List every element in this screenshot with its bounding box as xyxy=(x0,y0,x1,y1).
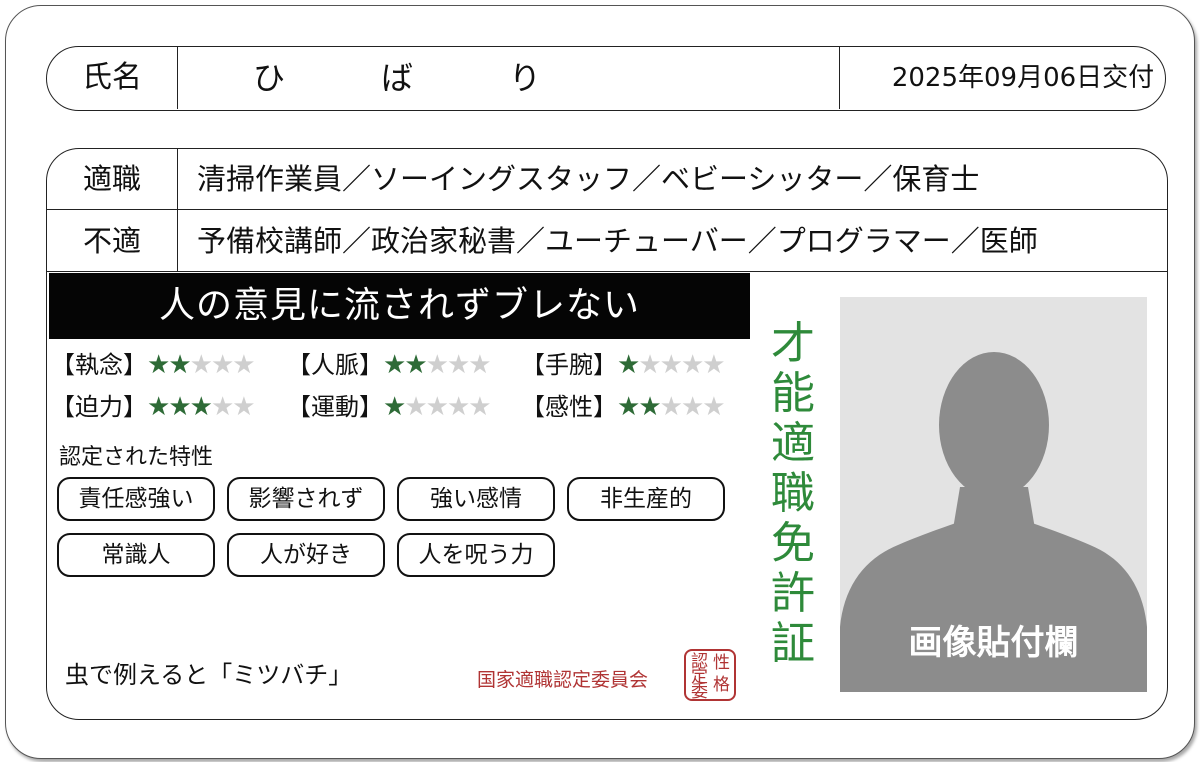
stat-item: 【執念】★★★★★ xyxy=(51,347,256,383)
star-empty-icon: ★ xyxy=(468,350,491,380)
insect-comparison: 虫で例えると「ミツバチ」 xyxy=(65,661,353,689)
star-filled-icon: ★ xyxy=(168,350,191,380)
unsuitable-label: 不適 xyxy=(82,224,141,258)
stat-label: 【感性】 xyxy=(521,393,617,421)
star-rating: ★★★★★ xyxy=(147,392,256,422)
divider xyxy=(177,149,178,271)
star-rating: ★★★★★ xyxy=(617,392,726,422)
star-empty-icon: ★ xyxy=(210,350,234,380)
star-empty-icon: ★ xyxy=(425,392,449,422)
trait-badge: 影響されず xyxy=(227,477,385,521)
license-title: 才能適職免許証 xyxy=(771,318,815,669)
trait-badge: 人を呪う力 xyxy=(397,533,555,577)
star-filled-icon: ★ xyxy=(638,392,661,422)
star-empty-icon: ★ xyxy=(189,350,213,380)
seal-stamp: 性 認 定 格 委 xyxy=(684,649,736,701)
star-empty-icon: ★ xyxy=(446,350,470,380)
star-empty-icon: ★ xyxy=(404,392,427,422)
stat-label: 【人脈】 xyxy=(287,351,383,379)
star-empty-icon: ★ xyxy=(638,350,661,380)
photo-label: 画像貼付欄 xyxy=(908,623,1079,663)
star-filled-icon: ★ xyxy=(189,392,213,422)
issue-date: 2025年09月06日交付 xyxy=(891,63,1155,93)
star-rating: ★★★★★ xyxy=(147,350,256,380)
suitable-label: 適職 xyxy=(82,162,141,196)
committee-name: 国家適職認定委員会 xyxy=(477,669,649,691)
stat-item: 【手腕】★★★★★ xyxy=(521,347,726,383)
star-filled-icon: ★ xyxy=(168,392,191,422)
stat-label: 【手腕】 xyxy=(521,351,617,379)
stat-label: 【運動】 xyxy=(287,393,383,421)
stat-label: 【執念】 xyxy=(51,351,147,379)
star-filled-icon: ★ xyxy=(617,392,640,422)
stat-label: 【迫力】 xyxy=(51,393,147,421)
unsuitable-jobs: 予備校講師／政治家秘書／ユーチューバー／プログラマー／医師 xyxy=(197,224,1038,258)
star-empty-icon: ★ xyxy=(425,350,449,380)
star-filled-icon: ★ xyxy=(147,350,170,380)
divider xyxy=(47,271,1167,272)
star-rating: ★★★★★ xyxy=(383,392,492,422)
star-filled-icon: ★ xyxy=(383,392,406,422)
star-empty-icon: ★ xyxy=(232,392,255,422)
star-filled-icon: ★ xyxy=(383,350,406,380)
trait-badge: 非生産的 xyxy=(567,477,725,521)
star-empty-icon: ★ xyxy=(446,392,470,422)
stat-item: 【迫力】★★★★★ xyxy=(51,389,256,425)
star-empty-icon: ★ xyxy=(468,392,491,422)
name-row: 氏名 ひ ば り 2025年09月06日交付 xyxy=(46,46,1166,111)
photo-slot: 画像貼付欄 xyxy=(840,297,1147,692)
star-filled-icon: ★ xyxy=(147,392,170,422)
seal-char: 格 xyxy=(713,675,730,695)
star-filled-icon: ★ xyxy=(404,350,427,380)
divider xyxy=(177,47,178,109)
name-value: ひ ば り xyxy=(253,59,542,97)
name-label: 氏名 xyxy=(82,60,142,95)
stat-item: 【人脈】★★★★★ xyxy=(287,347,492,383)
seal-char: 委 xyxy=(691,682,708,702)
stat-item: 【運動】★★★★★ xyxy=(287,389,492,425)
suitable-jobs: 清掃作業員／ソーイングスタッフ／ベビーシッター／保育士 xyxy=(197,162,980,196)
star-rating: ★★★★★ xyxy=(617,350,726,380)
main-panel: 適職 清掃作業員／ソーイングスタッフ／ベビーシッター／保育士 不適 予備校講師／… xyxy=(46,148,1168,720)
divider xyxy=(47,209,1167,210)
star-empty-icon: ★ xyxy=(702,350,725,380)
trait-badge: 強い感情 xyxy=(397,477,555,521)
trait-badge: 人が好き xyxy=(227,533,385,577)
star-rating: ★★★★★ xyxy=(383,350,492,380)
star-empty-icon: ★ xyxy=(680,350,704,380)
seal-char: 性 xyxy=(713,653,730,673)
star-empty-icon: ★ xyxy=(659,350,683,380)
star-empty-icon: ★ xyxy=(210,392,234,422)
divider xyxy=(839,47,840,109)
trait-badge: 責任感強い xyxy=(57,477,215,521)
star-empty-icon: ★ xyxy=(232,350,255,380)
trait-badge: 常識人 xyxy=(57,533,215,577)
headline-banner: 人の意見に流されずブレない xyxy=(49,273,750,339)
stat-item: 【感性】★★★★★ xyxy=(521,389,726,425)
license-card: 氏名 ひ ば り 2025年09月06日交付 適職 清掃作業員／ソーイングスタッ… xyxy=(5,5,1195,759)
traits-title: 認定された特性 xyxy=(59,445,214,470)
star-empty-icon: ★ xyxy=(680,392,704,422)
star-empty-icon: ★ xyxy=(702,392,725,422)
star-filled-icon: ★ xyxy=(617,350,640,380)
star-empty-icon: ★ xyxy=(659,392,683,422)
